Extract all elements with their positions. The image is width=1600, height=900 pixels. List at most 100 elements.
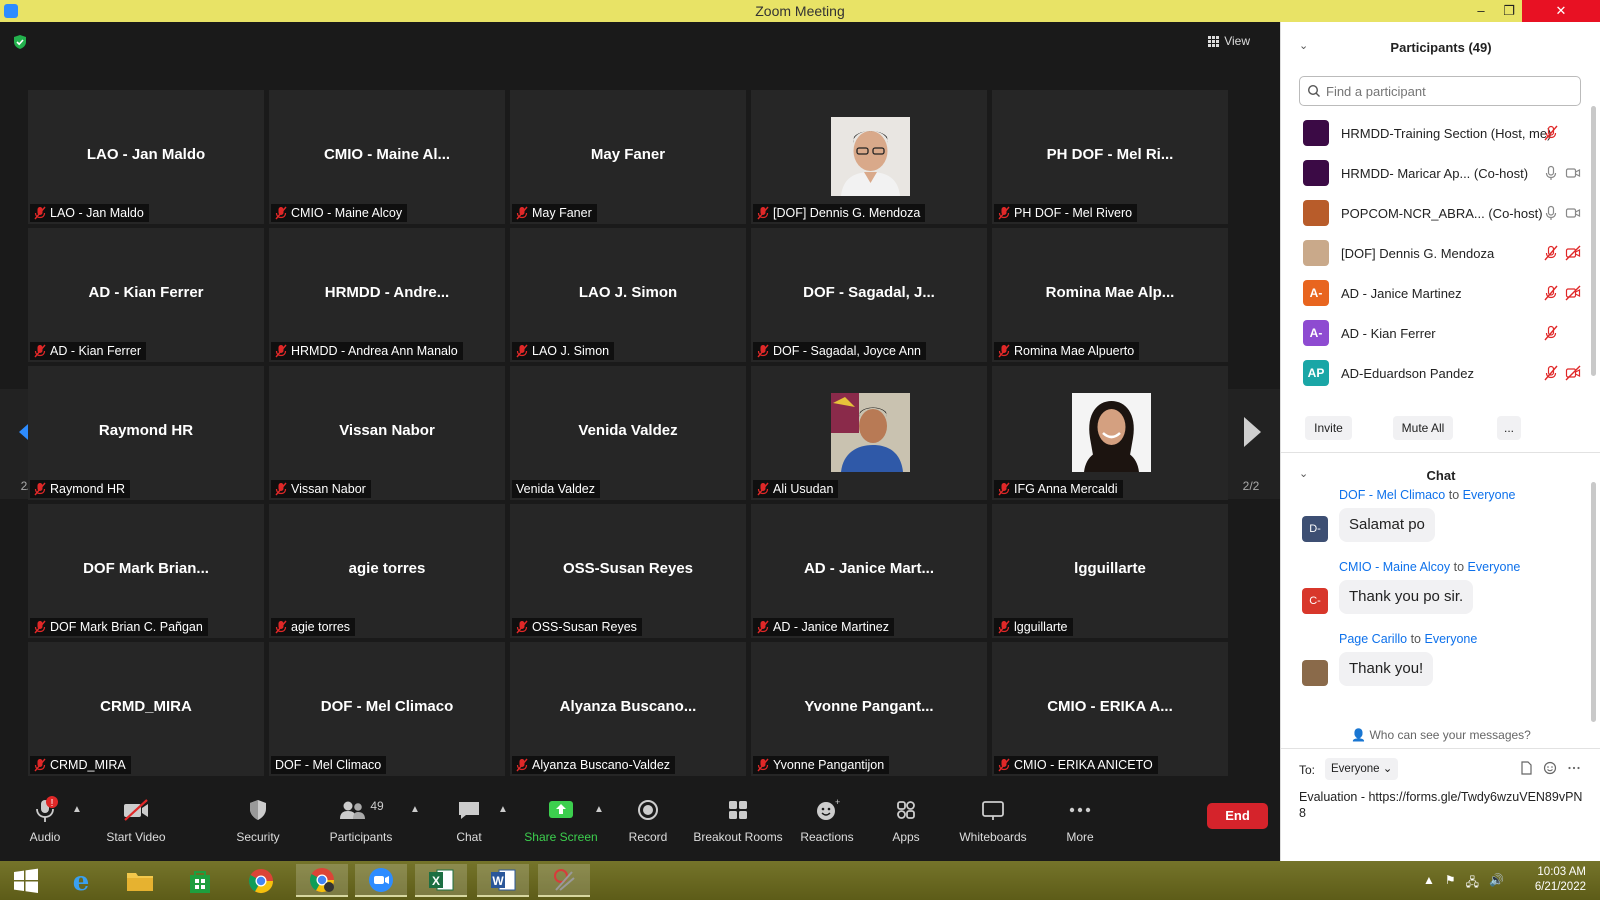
flag-icon[interactable]: ⚑ xyxy=(1445,873,1456,894)
participant-search-input[interactable] xyxy=(1299,76,1581,106)
chat-recipient[interactable]: Everyone xyxy=(1468,560,1521,574)
participant-row[interactable]: [DOF] Dennis G. Mendoza xyxy=(1281,234,1581,274)
video-camera-off-icon[interactable] xyxy=(1565,245,1581,261)
video-tile[interactable]: PH DOF - Mel Ri... PH DOF - Mel Rivero xyxy=(992,90,1228,224)
video-camera-icon[interactable] xyxy=(1565,205,1581,221)
taskbar-excel[interactable]: X xyxy=(415,864,467,897)
participant-row[interactable]: HRMDD- Maricar Ap... (Co-host) xyxy=(1281,154,1581,194)
video-tile[interactable]: HRMDD - Andre... HRMDD - Andrea Ann Manal… xyxy=(269,228,505,362)
video-tile[interactable]: Yvonne Pangant... Yvonne Pangantijon xyxy=(751,642,987,776)
invite-button[interactable]: Invite xyxy=(1305,416,1352,440)
tile-name-label: CMIO - Maine Alcoy xyxy=(271,204,408,222)
more-options-icon[interactable] xyxy=(1567,761,1581,775)
video-tile[interactable]: IFG Anna Mercaldi xyxy=(992,366,1228,500)
participant-row[interactable]: AP AD-Eduardson Pandez xyxy=(1281,354,1581,394)
taskbar-zoom[interactable] xyxy=(355,864,407,897)
video-camera-off-icon[interactable] xyxy=(1565,365,1581,381)
network-icon[interactable]: 🖧 xyxy=(1466,873,1479,894)
video-tile[interactable]: [DOF] Dennis G. Mendoza xyxy=(751,90,987,224)
microphone-muted-icon[interactable] xyxy=(1543,285,1559,301)
chat-scrollbar[interactable] xyxy=(1591,482,1596,722)
video-tile[interactable]: OSS-Susan Reyes OSS-Susan Reyes xyxy=(510,504,746,638)
video-tile[interactable]: DOF - Sagadal, J... DOF - Sagadal, Joyce … xyxy=(751,228,987,362)
end-meeting-button[interactable]: End xyxy=(1207,803,1268,829)
who-can-see-link[interactable]: 👤 Who can see your messages? xyxy=(1281,728,1600,742)
video-tile[interactable]: lgguillarte lgguillarte xyxy=(992,504,1228,638)
participant-row[interactable]: A- AD - Kian Ferrer xyxy=(1281,314,1581,354)
chat-sender[interactable]: CMIO - Maine Alcoy xyxy=(1339,560,1450,574)
chat-message-input[interactable]: Evaluation - https://forms.gle/Twdy6wzuV… xyxy=(1299,789,1584,821)
chat-to-label: To: xyxy=(1299,763,1316,777)
audio-button[interactable]: ! Audio xyxy=(0,792,90,850)
video-tile[interactable]: LAO - Jan Maldo LAO - Jan Maldo xyxy=(28,90,264,224)
taskbar-file-explorer[interactable] xyxy=(114,864,166,897)
microphone-muted-icon[interactable] xyxy=(1543,125,1559,141)
tile-display-name: AD - Janice Mart... xyxy=(803,560,935,577)
taskbar-internet-explorer[interactable]: e xyxy=(55,864,107,897)
participants-button[interactable]: 49 Participants xyxy=(316,792,406,850)
video-tile[interactable]: LAO J. Simon LAO J. Simon xyxy=(510,228,746,362)
video-camera-icon[interactable] xyxy=(1565,165,1581,181)
start-button[interactable] xyxy=(0,864,52,897)
video-tile[interactable]: CMIO - ERIKA A... CMIO - ERIKA ANICETO xyxy=(992,642,1228,776)
show-hidden-icons-icon[interactable]: ▲ xyxy=(1423,873,1435,894)
view-button[interactable]: View xyxy=(1208,34,1250,48)
video-tile[interactable]: DOF Mark Brian... DOF Mark Brian C. Pañga… xyxy=(28,504,264,638)
video-tile[interactable]: agie torres agie torres xyxy=(269,504,505,638)
chat-recipient-select[interactable]: Everyone ⌄ xyxy=(1325,758,1399,780)
microphone-muted-icon[interactable] xyxy=(1543,365,1559,381)
microphone-muted-icon[interactable] xyxy=(1543,325,1559,341)
video-camera-off-icon[interactable] xyxy=(1565,285,1581,301)
participant-list-scrollbar[interactable] xyxy=(1591,106,1596,376)
microphone-icon[interactable] xyxy=(1543,165,1559,181)
chat-recipient[interactable]: Everyone xyxy=(1425,632,1478,646)
start-video-button[interactable]: Start Video xyxy=(91,792,181,850)
chat-sender[interactable]: DOF - Mel Climaco xyxy=(1339,488,1445,502)
participant-row[interactable]: A- AD - Janice Martinez xyxy=(1281,274,1581,314)
video-tile[interactable]: Ali Usudan xyxy=(751,366,987,500)
video-tile[interactable]: Raymond HR Raymond HR xyxy=(28,366,264,500)
tile-name-label: Ali Usudan xyxy=(753,480,839,498)
chat-button[interactable]: Chat xyxy=(424,792,514,850)
video-tile[interactable]: Venida Valdez Venida Valdez xyxy=(510,366,746,500)
taskbar-clock[interactable]: 10:03 AM 6/21/2022 xyxy=(1535,865,1586,895)
video-tile[interactable]: Alyanza Buscano... Alyanza Buscano-Valdez xyxy=(510,642,746,776)
taskbar-word[interactable]: W xyxy=(477,864,529,897)
mute-all-button[interactable]: Mute All xyxy=(1393,416,1453,440)
video-tile[interactable]: CRMD_MIRA CRMD_MIRA xyxy=(28,642,264,776)
emoji-icon[interactable] xyxy=(1543,761,1557,775)
chat-recipient[interactable]: Everyone xyxy=(1463,488,1516,502)
breakout-rooms-button[interactable]: Breakout Rooms xyxy=(693,792,783,850)
tile-name-label: Yvonne Pangantijon xyxy=(753,756,890,774)
video-tile[interactable]: DOF - Mel Climaco DOF - Mel Climaco xyxy=(269,642,505,776)
video-tile[interactable]: AD - Kian Ferrer AD - Kian Ferrer xyxy=(28,228,264,362)
participants-more-button[interactable]: ... xyxy=(1497,416,1521,440)
chat-sender[interactable]: Page Carillo xyxy=(1339,632,1407,646)
more-button[interactable]: More xyxy=(1035,792,1125,850)
record-button[interactable]: Record xyxy=(603,792,693,850)
taskbar-store[interactable] xyxy=(174,864,226,897)
taskbar-chrome-profile[interactable] xyxy=(296,864,348,897)
video-tile[interactable]: AD - Janice Mart... AD - Janice Martinez xyxy=(751,504,987,638)
encryption-shield-icon[interactable] xyxy=(12,34,28,50)
participant-row[interactable]: POPCOM-NCR_ABRA... (Co-host) xyxy=(1281,194,1581,234)
chat-options-caret[interactable]: ▲ xyxy=(498,804,508,815)
video-tile[interactable]: May Faner May Faner xyxy=(510,90,746,224)
volume-icon[interactable]: 🔊 xyxy=(1489,873,1504,894)
video-tile[interactable]: Vissan Nabor Vissan Nabor xyxy=(269,366,505,500)
file-icon[interactable] xyxy=(1519,761,1533,775)
microphone-icon[interactable] xyxy=(1543,205,1559,221)
security-button[interactable]: Security xyxy=(213,792,303,850)
taskbar-snipping-tool[interactable] xyxy=(538,864,590,897)
participants-options-caret[interactable]: ▲ xyxy=(410,804,420,815)
close-button[interactable]: ✕ xyxy=(1522,0,1600,22)
minimize-button[interactable]: – xyxy=(1466,0,1496,22)
participant-row[interactable]: HRMDD-Training Section (Host, me) xyxy=(1281,114,1581,154)
video-gallery: LAO - Jan Maldo LAO - Jan Maldo CMIO - Mai… xyxy=(28,90,1254,795)
video-tile[interactable]: CMIO - Maine Al... CMIO - Maine Alcoy xyxy=(269,90,505,224)
microphone-muted-icon[interactable] xyxy=(1543,245,1559,261)
video-tile[interactable]: Romina Mae Alp... Romina Mae Alpuerto xyxy=(992,228,1228,362)
taskbar-chrome[interactable] xyxy=(235,864,287,897)
audio-options-caret[interactable]: ▲ xyxy=(72,804,82,815)
restore-button[interactable]: ❐ xyxy=(1494,0,1524,22)
